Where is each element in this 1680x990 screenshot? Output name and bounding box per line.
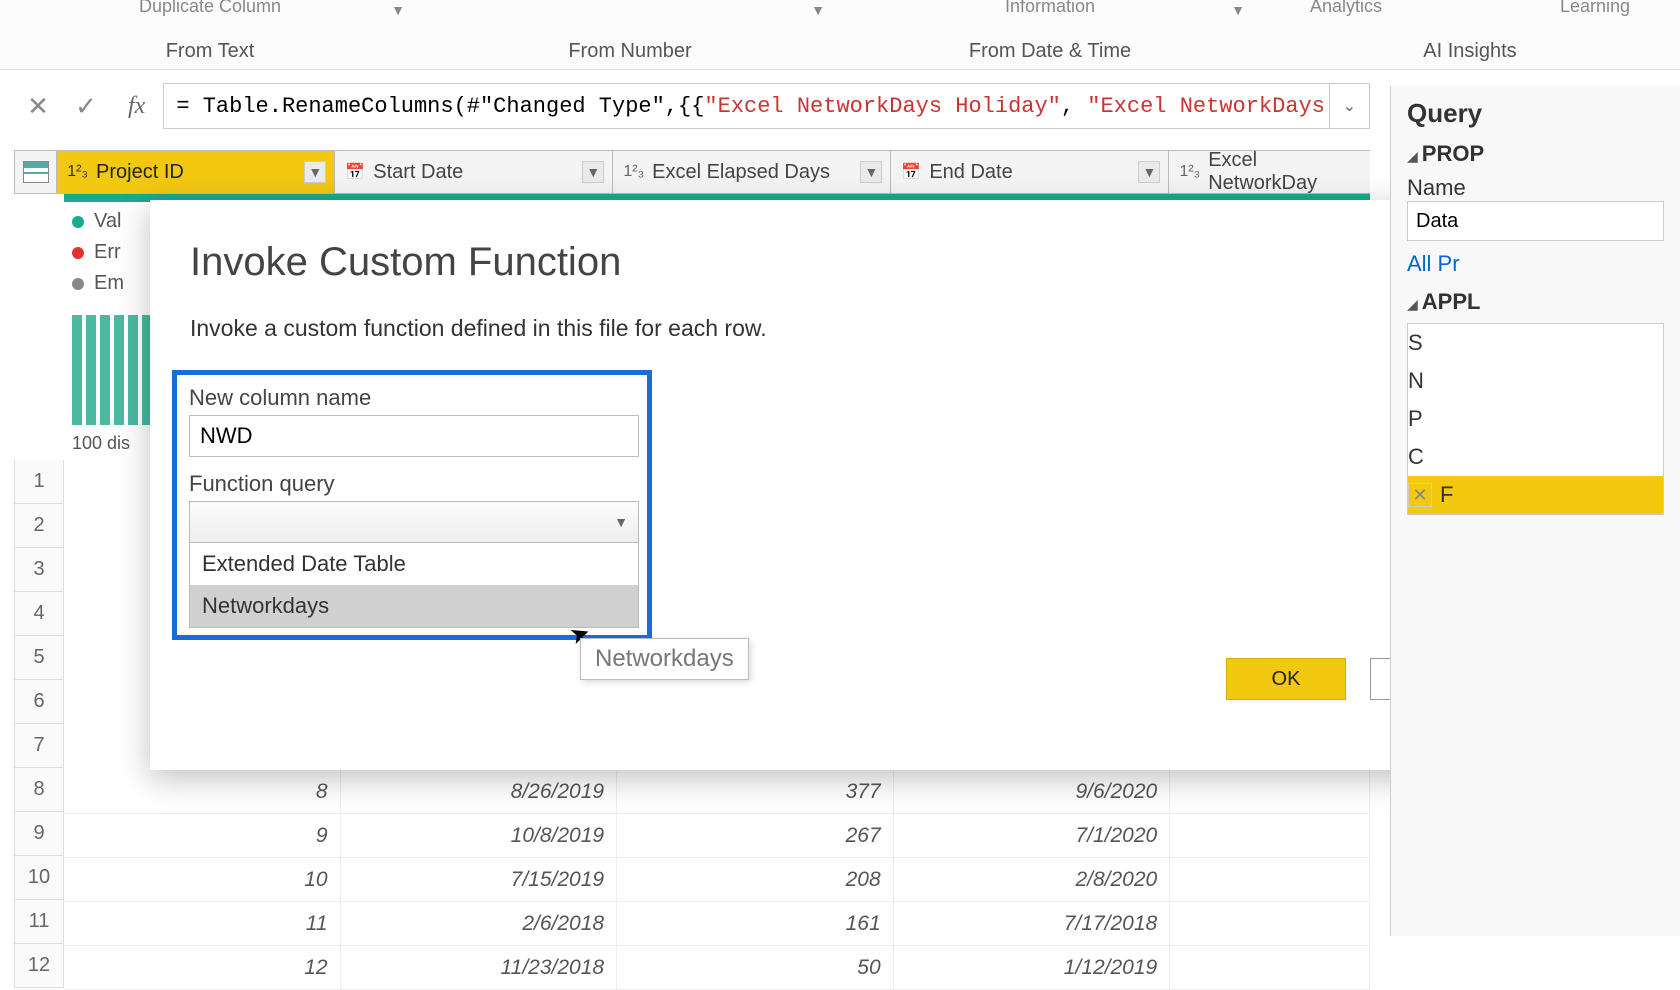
- fx-icon[interactable]: fx: [110, 93, 163, 120]
- date-type-icon: 📅: [345, 162, 365, 182]
- column-header-start-date[interactable]: 📅 Start Date ▼: [335, 150, 613, 194]
- row-number[interactable]: 1: [14, 460, 64, 504]
- table-menu-button[interactable]: [14, 150, 57, 194]
- row-number[interactable]: 7: [14, 724, 64, 768]
- row-number[interactable]: 10: [14, 856, 64, 900]
- column-headers: 1²₃ Project ID ▼ 📅 Start Date ▼ 1²₃ Exce…: [14, 150, 1370, 194]
- ok-button[interactable]: OK: [1226, 658, 1346, 700]
- ribbon-from-text[interactable]: Duplicate Column From Text ▼: [0, 0, 420, 69]
- column-header-networkday[interactable]: 1²₃ Excel NetworkDay: [1169, 150, 1370, 194]
- table-row[interactable]: 11 2/6/2018 161 7/17/2018: [64, 902, 1370, 946]
- function-query-label: Function query: [189, 471, 635, 497]
- new-column-name-input[interactable]: [189, 415, 639, 457]
- row-number[interactable]: 8: [14, 768, 64, 812]
- column-filter-button[interactable]: ▼: [860, 161, 882, 183]
- applied-steps-header[interactable]: ◢APPL: [1407, 289, 1664, 315]
- tooltip: Networkdays: [580, 638, 749, 680]
- row-number[interactable]: 5: [14, 636, 64, 680]
- ribbon-ai-insights[interactable]: Analytics Learning AI Insights: [1260, 0, 1680, 69]
- chevron-down-icon: ▼: [614, 514, 628, 530]
- column-header-end-date[interactable]: 📅 End Date ▼: [891, 150, 1169, 194]
- formula-input[interactable]: = Table.RenameColumns(#"Changed Type",{{…: [163, 83, 1330, 129]
- column-filter-button[interactable]: ▼: [304, 161, 326, 183]
- invoke-custom-function-dialog: ✕ Invoke Custom Function Invoke a custom…: [150, 200, 1550, 770]
- row-number[interactable]: 9: [14, 812, 64, 856]
- table-icon: [23, 161, 49, 183]
- applied-step[interactable]: S: [1408, 324, 1663, 362]
- dropdown-option-extended-date-table[interactable]: Extended Date Table: [190, 543, 638, 585]
- row-number[interactable]: 3: [14, 548, 64, 592]
- data-grid: 8 8/26/2019 377 9/6/2020 9 10/8/2019 267…: [64, 770, 1370, 990]
- accept-formula-button[interactable]: ✓: [62, 82, 110, 130]
- error-dot-icon: [72, 247, 84, 259]
- function-query-options: Extended Date Table Networkdays: [189, 543, 639, 628]
- row-number[interactable]: 12: [14, 944, 64, 988]
- row-number[interactable]: 4: [14, 592, 64, 636]
- chevron-down-icon[interactable]: ▼: [391, 2, 405, 18]
- applied-step[interactable]: N: [1408, 362, 1663, 400]
- query-settings-panel: Query ◢PROP Name All Pr ◢APPL S N P C ✕F: [1390, 86, 1680, 936]
- column-header-elapsed-days[interactable]: 1²₃ Excel Elapsed Days ▼: [613, 150, 891, 194]
- number-type-icon: 1²₃: [1179, 163, 1200, 181]
- dropdown-option-networkdays[interactable]: Networkdays: [190, 585, 638, 627]
- valid-dot-icon: [72, 216, 84, 228]
- number-type-icon: 1²₃: [67, 163, 88, 181]
- all-properties-link[interactable]: All Pr: [1407, 251, 1664, 277]
- applied-step[interactable]: ✕F: [1408, 476, 1663, 514]
- table-row[interactable]: 10 7/15/2019 208 2/8/2020: [64, 858, 1370, 902]
- formula-bar: ✕ ✓ fx = Table.RenameColumns(#"Changed T…: [14, 82, 1370, 130]
- collapse-icon: ◢: [1407, 148, 1418, 164]
- empty-dot-icon: [72, 278, 84, 290]
- delete-step-icon[interactable]: ✕: [1408, 483, 1432, 507]
- column-header-project-id[interactable]: 1²₃ Project ID ▼: [57, 150, 335, 194]
- new-column-label: New column name: [189, 385, 635, 411]
- applied-step[interactable]: P: [1408, 400, 1663, 438]
- panel-title: Query: [1407, 98, 1664, 129]
- table-row[interactable]: 12 11/23/2018 50 1/12/2019: [64, 946, 1370, 990]
- name-label: Name: [1407, 175, 1664, 201]
- row-number-column: 1 2 3 4 5 6 7 8 9 10 11 12: [14, 460, 64, 988]
- date-type-icon: 📅: [901, 162, 921, 182]
- ribbon-from-number[interactable]: From Number ▼: [420, 0, 840, 69]
- column-filter-button[interactable]: ▼: [1138, 161, 1160, 183]
- applied-step[interactable]: C: [1408, 438, 1663, 476]
- query-name-input[interactable]: [1407, 201, 1664, 241]
- ribbon: Duplicate Column From Text ▼ From Number…: [0, 0, 1680, 70]
- expand-formula-button[interactable]: ⌄: [1330, 83, 1370, 129]
- cancel-formula-button[interactable]: ✕: [14, 82, 62, 130]
- row-number[interactable]: 2: [14, 504, 64, 548]
- column-filter-button[interactable]: ▼: [582, 161, 604, 183]
- dialog-title: Invoke Custom Function: [150, 200, 1550, 295]
- table-row[interactable]: 8 8/26/2019 377 9/6/2020: [64, 770, 1370, 814]
- number-type-icon: 1²₃: [623, 163, 644, 181]
- annotation-highlight: New column name Function query ▼ Extende…: [172, 370, 652, 640]
- table-row[interactable]: 9 10/8/2019 267 7/1/2020: [64, 814, 1370, 858]
- collapse-icon: ◢: [1407, 296, 1418, 312]
- chevron-down-icon[interactable]: ▼: [1231, 2, 1245, 18]
- row-number[interactable]: 11: [14, 900, 64, 944]
- function-query-dropdown[interactable]: ▼: [189, 501, 639, 543]
- properties-header[interactable]: ◢PROP: [1407, 141, 1664, 167]
- row-number[interactable]: 6: [14, 680, 64, 724]
- dialog-subtitle: Invoke a custom function defined in this…: [150, 295, 1550, 370]
- chevron-down-icon[interactable]: ▼: [811, 2, 825, 18]
- ribbon-from-datetime[interactable]: Information From Date & Time ▼: [840, 0, 1260, 69]
